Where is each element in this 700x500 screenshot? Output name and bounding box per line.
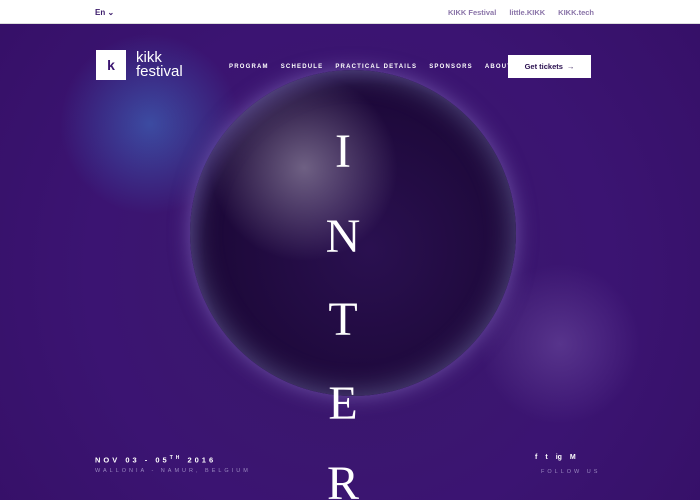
- nav-schedule[interactable]: SCHEDULE: [281, 64, 324, 70]
- hero-letter: R: [326, 457, 360, 500]
- social-links: f t ig M: [535, 454, 576, 461]
- nav-program[interactable]: PROGRAM: [229, 64, 269, 70]
- follow-us-label: FOLLOW US: [541, 469, 601, 475]
- link-kikk-festival[interactable]: KIKK Festival: [448, 8, 496, 17]
- chevron-down-icon: ⌄: [107, 8, 115, 17]
- link-kikk-tech[interactable]: KIKK.tech: [558, 8, 594, 17]
- main-nav: PROGRAM SCHEDULE PRACTICAL DETAILS SPONS…: [229, 64, 512, 70]
- hero-letter: E: [328, 377, 358, 430]
- arrow-right-icon: →: [566, 62, 575, 71]
- nav-sponsors[interactable]: SPONSORS: [429, 64, 473, 70]
- logo-line2: festival: [136, 63, 183, 80]
- hero-letter: T: [328, 293, 358, 346]
- nav-practical-details[interactable]: PRACTICAL DETAILS: [335, 64, 417, 70]
- twitter-icon[interactable]: t: [545, 454, 547, 461]
- get-tickets-label: Get tickets: [524, 62, 563, 71]
- logo[interactable]: k kikk festival: [96, 50, 183, 80]
- instagram-icon[interactable]: ig: [556, 454, 562, 461]
- logo-mark: k: [96, 50, 126, 80]
- link-little-kikk[interactable]: little.KIKK: [509, 8, 545, 17]
- language-label: En: [95, 8, 106, 17]
- facebook-icon[interactable]: f: [535, 454, 537, 461]
- event-date: NOV 03 - 05TH 2016: [95, 455, 217, 465]
- hero-letter: I: [335, 125, 351, 178]
- language-selector[interactable]: En ⌄: [95, 8, 114, 17]
- top-bar: En ⌄ KIKK Festival little.KIKK KIKK.tech: [0, 0, 700, 24]
- get-tickets-button[interactable]: Get tickets →: [508, 55, 591, 78]
- medium-icon[interactable]: M: [570, 454, 576, 461]
- event-location: WALLONIA - NAMUR, BELGIUM: [95, 468, 251, 474]
- hero-letter: N: [325, 210, 361, 263]
- hero: k kikk festival PROGRAM SCHEDULE PRACTICA…: [0, 24, 700, 500]
